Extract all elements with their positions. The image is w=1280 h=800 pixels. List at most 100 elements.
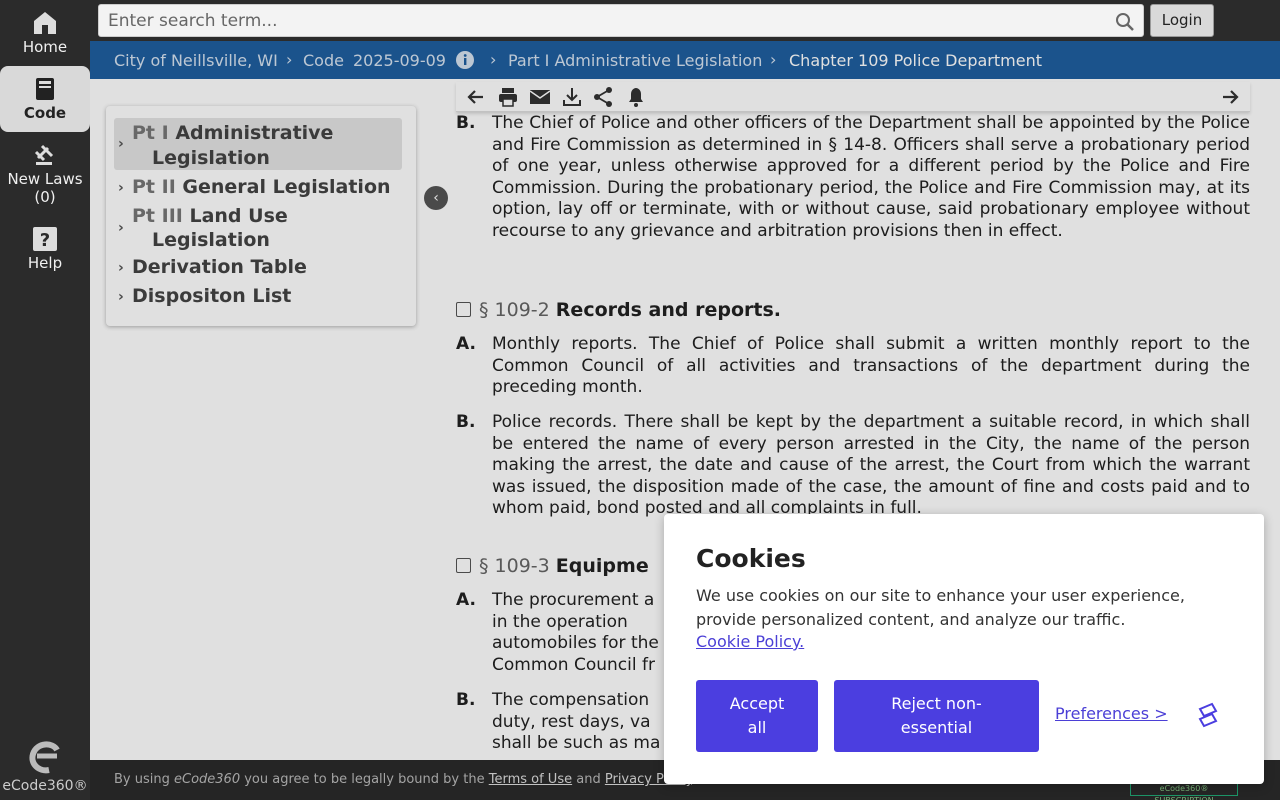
rail-new-laws-label: New Laws — [7, 170, 83, 188]
toc-item-part-1[interactable]: › Pt I Administrative Legislation — [114, 118, 402, 170]
chevron-right-icon: › — [490, 50, 497, 69]
rail-home[interactable]: Home — [0, 10, 90, 56]
breadcrumb-code[interactable]: Code — [303, 51, 344, 70]
para-text: Monthly reports. The Chief of Police sha… — [492, 334, 1250, 397]
section-number: § 109-2 — [479, 299, 550, 321]
section-checkbox[interactable] — [456, 558, 471, 573]
cookie-dialog: Cookies We use cookies on our site to en… — [664, 514, 1264, 784]
section-paragraph: B. Police records. There shall be kept b… — [456, 412, 1250, 520]
cookie-message: We use cookies on our site to enhance yo… — [696, 586, 1185, 629]
para-letter: A. — [456, 590, 476, 610]
toc-title: Land Use — [189, 205, 288, 227]
toc-title: Derivation Table — [132, 256, 307, 278]
content-toolbar — [456, 82, 1250, 112]
footer-and: and — [576, 772, 601, 787]
info-icon[interactable] — [455, 50, 475, 70]
para-letter: B. — [456, 412, 476, 432]
toc-item-part-3[interactable]: › Pt III Land Use Legislation — [114, 204, 402, 254]
chevron-right-icon: › — [118, 260, 124, 276]
section-heading-109-3: § 109-3 Equipme — [456, 555, 649, 578]
para-letter: B. — [456, 113, 476, 133]
chevron-right-icon: › — [118, 220, 124, 236]
search-input[interactable]: Enter search term... — [98, 4, 1144, 37]
footer-middle: you agree to be legally bound by the — [244, 772, 485, 787]
search-placeholder: Enter search term... — [108, 11, 278, 31]
terms-of-use-link[interactable]: Terms of Use — [489, 772, 572, 787]
rail-home-label: Home — [22, 38, 68, 56]
share-icon[interactable] — [592, 86, 614, 108]
toc-pt: Pt II — [132, 176, 176, 198]
cookie-title: Cookies — [696, 544, 806, 573]
chevron-right-icon: › — [286, 50, 293, 69]
para-letter: B. — [456, 690, 476, 710]
para-letter: A. — [456, 334, 476, 354]
accept-label-2: all — [747, 718, 767, 737]
para-text: The compensation duty, rest days, va sha… — [492, 690, 661, 753]
toc-title: Dispositon List — [132, 285, 292, 307]
section-title: Records and reports. — [555, 299, 781, 321]
back-arrow-icon[interactable] — [465, 86, 487, 108]
rail-help[interactable]: ? Help — [0, 226, 90, 272]
section-number: § 109-3 — [479, 555, 550, 577]
gavel-icon — [34, 144, 54, 165]
toc-title-2: Legislation — [152, 147, 270, 169]
breadcrumb-version: 2025-09-09 — [353, 51, 446, 70]
ecode-logo-text: eCode360® — [2, 778, 88, 794]
preferences-link[interactable]: Preferences > — [1055, 704, 1168, 723]
toc-title: Administrative — [175, 122, 334, 144]
footer-text: By using eCode360 you agree to be legall… — [114, 772, 696, 787]
rail-new-laws[interactable]: New Laws (0) — [0, 142, 90, 206]
reject-non-essential-button[interactable]: Reject non-essential — [834, 680, 1039, 752]
chevron-right-icon: › — [118, 136, 124, 152]
ecode360-logo[interactable]: eCode360® — [0, 740, 90, 794]
help-icon: ? — [33, 227, 57, 251]
collapse-toc-button[interactable]: ‹ — [424, 186, 448, 210]
print-icon[interactable] — [497, 86, 519, 108]
rail-new-laws-count: (0) — [34, 188, 56, 206]
rail-help-label: Help — [27, 254, 63, 272]
chevron-right-icon: › — [770, 50, 777, 69]
toc-pt: Pt III — [132, 205, 183, 227]
rail-code[interactable]: Code — [0, 66, 90, 132]
alert-bell-icon[interactable] — [625, 86, 647, 108]
book-icon — [36, 78, 54, 100]
breadcrumb: City of Neillsville, WI › Code 2025-09-0… — [90, 41, 1280, 79]
section-checkbox[interactable] — [456, 302, 471, 317]
search-icon[interactable] — [1115, 12, 1135, 32]
footer-brand: eCode360 — [174, 772, 241, 787]
email-icon[interactable] — [529, 86, 551, 108]
toc-title: General Legislation — [182, 176, 391, 198]
breadcrumb-city[interactable]: City of Neillsville, WI — [114, 51, 278, 70]
section-title: Equipme — [555, 555, 649, 577]
breadcrumb-part[interactable]: Part I Administrative Legislation — [508, 51, 762, 70]
para-text: Police records. There shall be kept by t… — [492, 412, 1250, 518]
toc-panel: › Pt I Administrative Legislation › Pt I… — [106, 106, 416, 326]
cookie-settings-icon[interactable] — [1194, 701, 1222, 729]
accept-all-button[interactable]: Accept all — [696, 680, 818, 752]
chevron-right-icon: › — [118, 289, 124, 305]
toc-item-disposition[interactable]: › Dispositon List — [114, 285, 402, 311]
top-bar: Enter search term... Login — [90, 0, 1280, 41]
left-rail: Home Code New Laws (0) ? Help eCode360® — [0, 0, 90, 800]
cookie-policy-link[interactable]: Cookie Policy. — [696, 632, 804, 651]
forward-arrow-icon[interactable] — [1219, 86, 1241, 108]
breadcrumb-chapter: Chapter 109 Police Department — [789, 51, 1042, 70]
toc-title-2: Legislation — [152, 229, 270, 251]
section-paragraph: B. The Chief of Police and other officer… — [456, 113, 1250, 242]
toc-pt: Pt I — [132, 122, 169, 144]
rail-code-label: Code — [23, 104, 67, 122]
ecode-logo-icon — [29, 741, 60, 774]
chevron-left-icon: ‹ — [433, 190, 439, 206]
reject-label-2: essential — [900, 718, 973, 737]
subscription-badge: eCode360® SUBSCRIPTION — [1130, 782, 1238, 800]
chevron-right-icon: › — [118, 180, 124, 196]
svg-text:?: ? — [40, 230, 50, 251]
para-text: The Chief of Police and other officers o… — [492, 113, 1250, 241]
download-icon[interactable] — [561, 86, 583, 108]
toc-item-derivation[interactable]: › Derivation Table — [114, 256, 402, 282]
toc-item-part-2[interactable]: › Pt II General Legislation — [114, 176, 402, 202]
login-button[interactable]: Login — [1150, 4, 1214, 37]
section-heading-109-2: § 109-2 Records and reports. — [456, 299, 781, 322]
section-paragraph: A. Monthly reports. The Chief of Police … — [456, 334, 1250, 399]
home-icon — [34, 12, 56, 34]
